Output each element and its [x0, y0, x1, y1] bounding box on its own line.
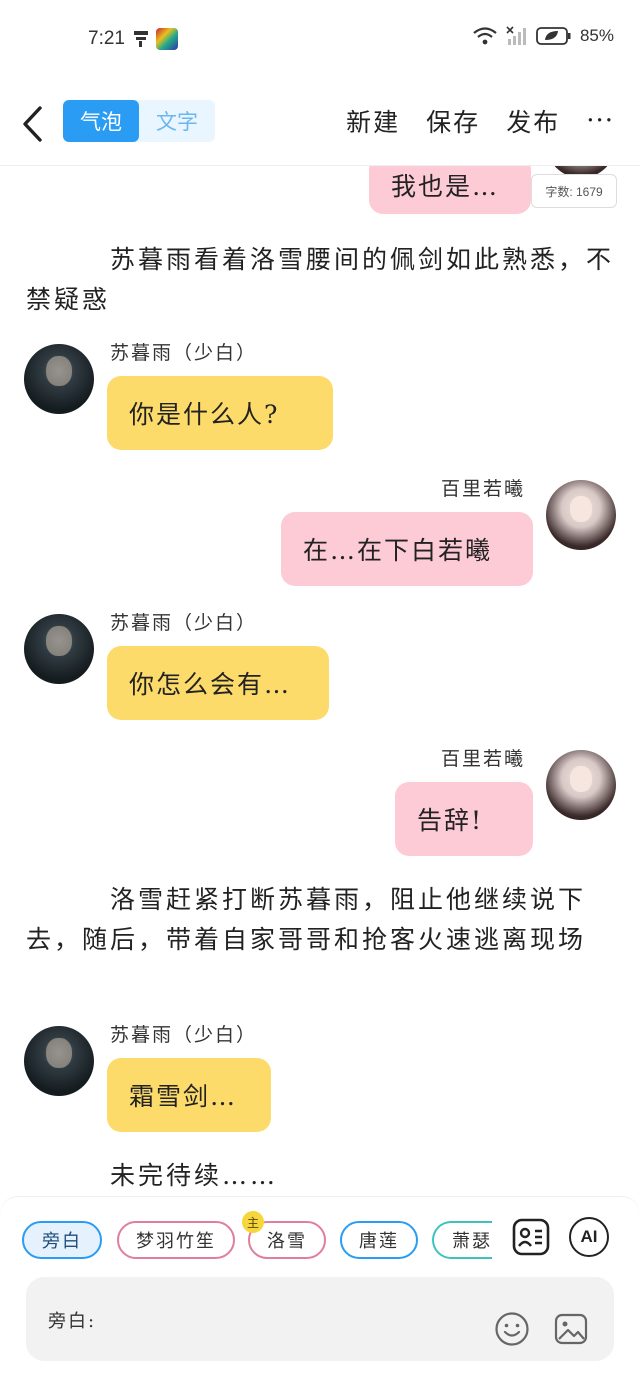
tab-text[interactable]: 文字	[139, 100, 215, 142]
new-button[interactable]: 新建	[346, 103, 400, 139]
wifi-icon	[473, 27, 497, 45]
message-text: 你怎么会有…	[129, 670, 292, 699]
app-notification-icon	[156, 28, 178, 50]
message-bubble[interactable]: 在…在下白若曦	[281, 512, 533, 586]
emoji-icon[interactable]	[494, 1311, 530, 1347]
header-actions: 新建 保存 发布 ···	[346, 100, 640, 142]
role-chip[interactable]: 梦羽竹笙	[117, 1221, 235, 1259]
save-button[interactable]: 保存	[426, 103, 480, 139]
speaker-name: 百里若曦	[441, 478, 526, 500]
message-input[interactable]: 旁白:	[26, 1277, 614, 1361]
mode-toggle: 气泡 文字	[63, 100, 215, 142]
avatar[interactable]	[546, 480, 616, 550]
message-bubble[interactable]: 告辞!	[395, 782, 533, 856]
publish-button[interactable]: 发布	[506, 103, 560, 139]
character-card-icon[interactable]	[511, 1217, 551, 1257]
input-role-label: 旁白:	[48, 1311, 97, 1332]
avatar[interactable]	[24, 344, 94, 414]
narration-text[interactable]: 苏暮雨看着洛雪腰间的佩剑如此熟悉，不禁疑惑	[26, 240, 616, 320]
image-icon[interactable]	[553, 1311, 589, 1347]
status-right: 85%	[472, 26, 614, 46]
main-role-badge: 主	[242, 1211, 264, 1233]
speaker-name: 苏暮雨（少白）	[110, 1024, 258, 1046]
message-bubble[interactable]: 霜雪剑…	[107, 1058, 271, 1132]
ai-button[interactable]: AI	[569, 1217, 609, 1257]
status-bar: 7:21 85%	[0, 0, 640, 80]
story-content[interactable]: 我也是… 字数: 1679 苏暮雨看着洛雪腰间的佩剑如此熟悉，不禁疑惑 苏暮雨（…	[0, 166, 640, 1196]
message-bubble[interactable]: 我也是…	[369, 166, 531, 214]
narration-text[interactable]: 洛雪赶紧打断苏暮雨，阻止他继续说下去，随后，带着自家哥哥和抢客火速逃离现场	[26, 880, 616, 960]
message-text: 在…在下白若曦	[303, 536, 493, 565]
message-bubble[interactable]: 你怎么会有…	[107, 646, 329, 720]
narration-text[interactable]: 未完待续……	[26, 1156, 616, 1196]
role-chip-narrator[interactable]: 旁白	[22, 1221, 102, 1259]
battery-percent: 85%	[579, 26, 614, 45]
back-icon[interactable]	[20, 104, 46, 144]
notification-icon	[134, 31, 148, 47]
more-button[interactable]: ···	[586, 106, 614, 136]
role-chip[interactable]: 萧瑟	[432, 1221, 492, 1259]
avatar[interactable]	[24, 614, 94, 684]
avatar[interactable]	[24, 1026, 94, 1096]
message-text: 霜雪剑…	[129, 1082, 238, 1111]
speaker-name: 百里若曦	[441, 748, 526, 770]
message-text: 告辞!	[417, 806, 484, 835]
signal-icon	[506, 26, 526, 45]
status-time: 7:21	[88, 28, 125, 49]
compose-panel: 旁白 梦羽竹笙 洛雪 主 唐莲 萧瑟 AI 旁白:	[0, 1196, 640, 1387]
battery-icon	[536, 27, 571, 45]
editor-toolbar: 气泡 文字 新建 保存 发布 ···	[0, 80, 640, 166]
role-chip[interactable]: 唐莲	[340, 1221, 418, 1259]
speaker-name: 苏暮雨（少白）	[110, 342, 258, 364]
message-text: 我也是…	[391, 172, 500, 201]
word-count: 字数: 1679	[531, 174, 617, 208]
tab-bubble[interactable]: 气泡	[63, 100, 139, 142]
speaker-name: 苏暮雨（少白）	[110, 612, 258, 634]
message-text: 你是什么人?	[129, 400, 280, 429]
avatar[interactable]	[546, 750, 616, 820]
message-bubble[interactable]: 你是什么人?	[107, 376, 333, 450]
